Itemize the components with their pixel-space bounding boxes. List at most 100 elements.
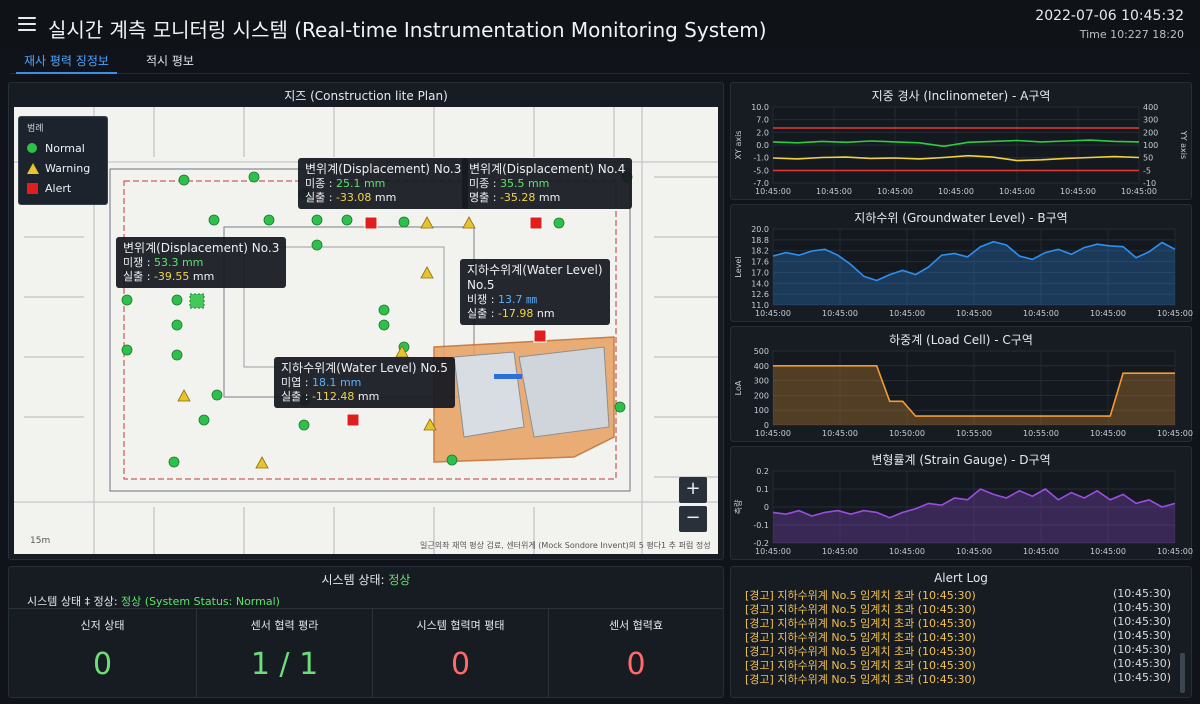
inclinometer-chart: 10.07.02.00.0-1.0-5.0-7.040030020010050-… — [734, 103, 1188, 196]
y-tick-label: 14.0 — [751, 279, 769, 288]
tooltip-water-level-5-bottom: 지하수위계(Water Level) No.5 미엽 : 18.1 mm 실출 … — [274, 357, 455, 408]
status-line: 시스템 상태 ‡ 정상: 정상 (System Status: Normal) — [27, 593, 280, 609]
y-tick-label: 17.0 — [751, 268, 769, 277]
status-title-label: 시스템 상태: — [321, 573, 385, 587]
tooltip-unit: mm — [357, 390, 380, 403]
tooltip-label: 실출 : — [467, 307, 495, 320]
y-tick-label: 0.2 — [756, 467, 769, 476]
map-legend: 범례 Normal Warning Alert — [18, 116, 108, 205]
tab-realtime-info[interactable]: 적시 평보 — [138, 53, 202, 74]
tooltip-title: 지하수위계(Water Level) — [467, 263, 603, 277]
status-cell: 신저 상태 0 — [9, 609, 197, 697]
tooltip-value: 13.7 ㎜ — [497, 293, 537, 306]
alert-log-item[interactable]: [경고] 지하수위계 No.5 임계치 초과 (10:45:30) (10:45:… — [745, 615, 1171, 630]
x-tick-label: 10:45:00 — [1060, 187, 1096, 196]
y2-tick-label: 50 — [1143, 154, 1153, 163]
groundwater-chart: 20.018.818.217.617.014.012.611.0Level10:… — [734, 225, 1193, 318]
alert-message: [경고] 지하수위계 No.5 임계치 초과 (10:45:30) — [745, 673, 976, 686]
y2-tick-label: 400 — [1143, 103, 1158, 112]
map-scale-label: 15m — [30, 536, 51, 546]
x-tick-label: 10:45:00 — [1157, 429, 1193, 438]
map-footer-note: 일근의좌 재역 평상 검료, 센터위게 (Mock Sondore Invent… — [420, 541, 711, 550]
x-tick-label: 10:45:00 — [1121, 187, 1157, 196]
tooltip-value: -35.28 — [499, 191, 536, 204]
alert-log-item[interactable]: [경고] 지하수위계 No.5 임계치 초과 (10:45:30) (10:45:… — [745, 643, 1171, 658]
hamburger-menu-icon[interactable] — [18, 17, 36, 31]
x-tick-label: 10:45:00 — [822, 547, 858, 556]
y-tick-label: 400 — [754, 362, 769, 371]
tooltip-unit: mm — [192, 270, 215, 283]
x-tick-label: 10:55:00 — [956, 429, 992, 438]
tooltip-unit: mm — [538, 191, 561, 204]
y-tick-label: 2.0 — [756, 128, 769, 137]
alert-log-item[interactable]: [경고] 지하수위계 No.5 임계치 초과 (10:45:30) (10:45:… — [745, 601, 1171, 616]
tooltip-title: 지하수위계(Water Level) No.5 — [281, 361, 448, 375]
tooltip-water-level-5-right: 지하수위계(Water Level) No.5 비쟁 : 13.7 ㎜ 실출 :… — [460, 259, 610, 325]
tooltip-label: 실출 : — [281, 390, 309, 403]
groundwater-chart-panel: 지하수위 (Groundwater Level) - B구역 20.0 18.8 1… — [730, 204, 1193, 322]
x-tick-label: 10:45:00 — [999, 187, 1035, 196]
loadcell-chart-panel: 하중계 (Load Cell) - C구역 500 400 300 200 100 0 Lo… — [730, 326, 1193, 442]
y-tick-label: 18.8 — [751, 236, 769, 245]
alert-time: (10:45:30) — [1113, 601, 1171, 614]
legend-normal: Normal — [27, 138, 99, 158]
alert-log-item[interactable]: [경고] 지하수위계 No.5 임계치 초과 (10:45:30) (10:45:… — [745, 657, 1171, 672]
tooltip-title: 변위계(Displacement) No.3 — [123, 241, 280, 255]
tooltip-subtitle: No.5 — [467, 278, 495, 292]
x-tick-label: 10:45:00 — [938, 187, 974, 196]
alert-log-item[interactable]: [경고] 지하수위계 No.5 임계치 초과 (10:45:30) (10:45:… — [745, 671, 1171, 686]
tooltip-value: -112.48 — [311, 390, 355, 403]
alert-log-list[interactable]: [경고] 지하수위계 No.5 임계치 초과 (10:45:30) (10:45:… — [745, 587, 1171, 693]
y-tick-label: 17.6 — [751, 258, 769, 267]
status-cell: 센서 협력 평라 1 / 1 — [197, 609, 373, 697]
zoom-in-button[interactable]: + — [679, 477, 707, 503]
tooltip-value: -17.98 — [497, 307, 534, 320]
y-axis-label: 측량 — [733, 499, 743, 514]
x-tick-label: 10:50:00 — [889, 429, 925, 438]
alert-log-item[interactable]: [경고] 지하수위계 No.5 임계치 초과 (10:45:30) (10:45:… — [745, 587, 1171, 602]
y-tick-label: 0.1 — [756, 485, 769, 494]
x-tick-label: 10:45:00 — [755, 309, 791, 318]
loadcell-chart: 5004003002001000LoA10:45:00 10:45:00 10:50… — [734, 347, 1193, 438]
y-tick-label: -5.0 — [753, 166, 769, 175]
zoom-out-button[interactable]: − — [679, 506, 707, 532]
monitoring-dashboard: 실시간 계측 모니터링 시스템 (Real-time Instrumentati… — [0, 0, 1200, 704]
tooltip-label: 명출 : — [469, 191, 497, 204]
current-datetime: 2022-07-06 10:45:32 — [1035, 8, 1184, 24]
alert-log-scrollbar[interactable] — [1180, 653, 1185, 693]
alert-time: (10:45:30) — [1113, 587, 1171, 600]
alert-time: (10:45:30) — [1113, 615, 1171, 628]
tooltip-label: 실출 : — [123, 270, 151, 283]
x-tick-label: 10:45:00 — [1090, 309, 1126, 318]
x-tick-label: 10:45:00 — [1023, 547, 1059, 556]
tooltip-title: 변위계(Displacement) No.3 — [305, 162, 462, 176]
status-cell: 시스템 협력며 평태 0 — [373, 609, 549, 697]
status-cell-value: 0 — [626, 647, 646, 682]
alert-log-panel[interactable]: Alert Log [경고] 지하수위계 No.5 임계치 초과 (10:45:… — [730, 566, 1192, 698]
x-tick-label: 10:45:00 — [816, 187, 852, 196]
y2-tick-label: 300 — [1143, 116, 1158, 125]
alert-log-item[interactable]: [경고] 지하수위계 No.5 임계치 초과 (10:45:30) (10:45:… — [745, 629, 1171, 644]
y-tick-label: -1.0 — [753, 154, 769, 163]
x-tick-label: 10:45:00 — [889, 547, 925, 556]
tab-site-info[interactable]: 재사 평력 징정보 — [16, 53, 117, 74]
y2-tick-label: -5 — [1143, 166, 1151, 175]
y-tick-label: 0 — [764, 503, 769, 512]
y-axis-label: LoA — [734, 380, 743, 395]
tooltip-value: 53.3 mm — [153, 256, 204, 269]
y-tick-label: 7.0 — [756, 116, 769, 125]
tooltip-unit: nm — [536, 307, 555, 320]
x-tick-label: 10:45:00 — [822, 309, 858, 318]
legend-normal-label: Normal — [45, 141, 85, 155]
normal-dot-icon — [27, 143, 37, 153]
site-plan-title: 지즈 (Construction lite Plan) — [284, 89, 448, 103]
y2-tick-label: 200 — [1143, 128, 1158, 137]
tooltip-displacement-3-left: 변위계(Displacement) No.3 미쟁 : 53.3 mm 실출 :… — [116, 237, 287, 288]
status-cell: 센서 협력효 0 — [549, 609, 723, 697]
x-tick-label: 10:45:00 — [889, 309, 925, 318]
legend-warning-label: Warning — [45, 161, 91, 175]
y-tick-label: 100 — [754, 406, 769, 415]
status-cell-value: 0 — [450, 647, 471, 682]
tooltip-displacement-3-top: 변위계(Displacement) No.3 미종 : 25.1 mm 실출 :… — [298, 158, 469, 209]
tooltip-label: 미쟁 : — [123, 256, 151, 269]
